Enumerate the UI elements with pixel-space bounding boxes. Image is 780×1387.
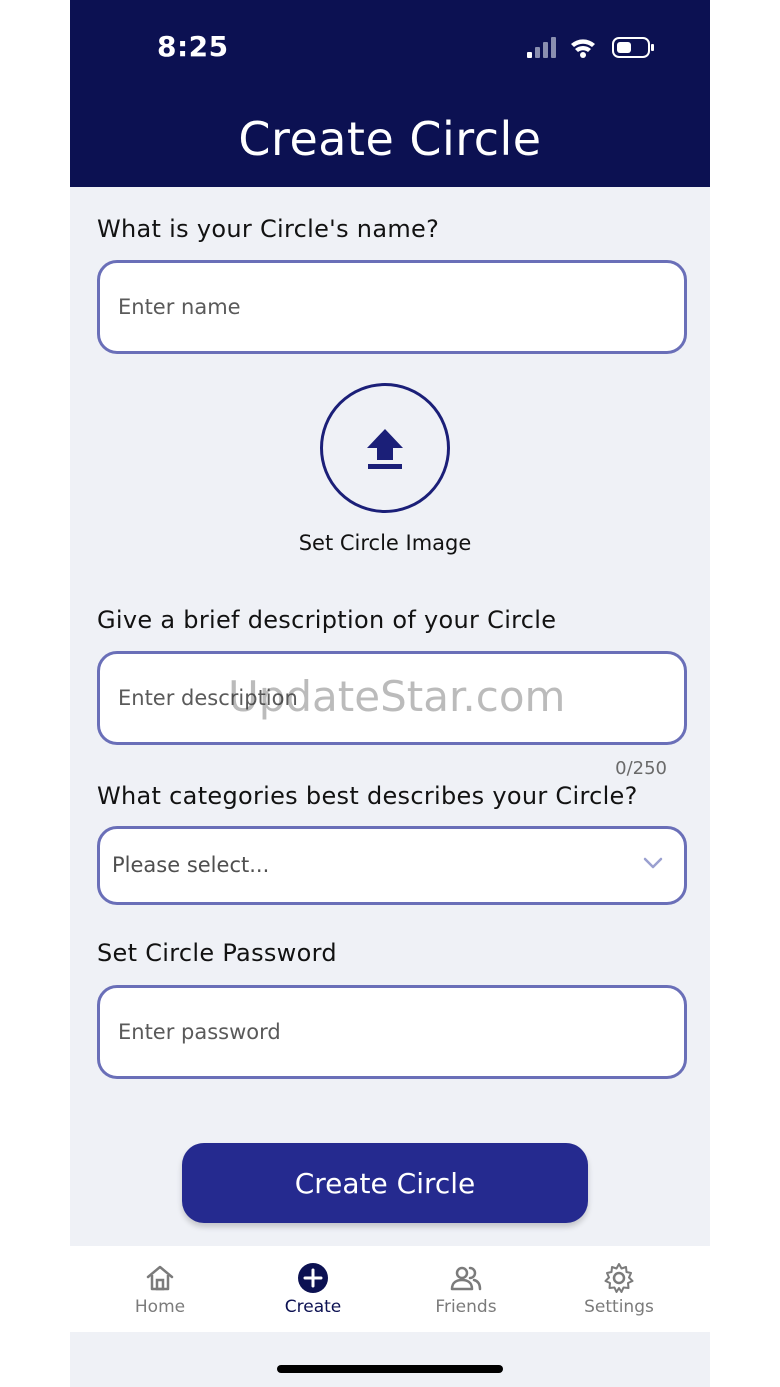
header-bar: 8:25 Create Circle — [70, 0, 710, 187]
page-title: Create Circle — [238, 112, 542, 166]
battery-icon — [612, 37, 654, 58]
tab-create[interactable]: Create — [253, 1246, 373, 1332]
status-time: 8:25 — [157, 30, 229, 63]
name-field-container — [97, 260, 687, 354]
home-icon — [146, 1265, 174, 1291]
description-input[interactable] — [118, 654, 668, 742]
tab-settings-label: Settings — [584, 1297, 654, 1317]
category-select[interactable]: Please select... — [97, 826, 687, 905]
set-image-label: Set Circle Image — [298, 531, 472, 555]
gear-icon — [604, 1263, 634, 1293]
name-label: What is your Circle's name? — [97, 215, 440, 243]
name-input[interactable] — [118, 263, 668, 351]
description-field-container — [97, 651, 687, 745]
description-counter: 0/250 — [615, 758, 667, 779]
tab-friends-label: Friends — [435, 1297, 497, 1317]
tab-create-label: Create — [284, 1297, 342, 1317]
category-label: What categories best describes your Circ… — [97, 782, 638, 810]
chevron-down-icon — [643, 857, 663, 869]
tab-home[interactable]: Home — [100, 1246, 220, 1332]
category-select-value: Please select... — [112, 853, 270, 877]
tab-friends[interactable]: Friends — [406, 1246, 526, 1332]
home-indicator — [277, 1365, 503, 1373]
tab-home-label: Home — [134, 1297, 186, 1317]
password-input[interactable] — [118, 988, 668, 1076]
people-icon — [450, 1266, 482, 1291]
plus-circle-icon — [298, 1263, 328, 1293]
tab-settings[interactable]: Settings — [559, 1246, 679, 1332]
phone-screen: 8:25 Create Circle What is your Circle's… — [70, 0, 710, 1387]
create-circle-button[interactable]: Create Circle — [182, 1143, 588, 1223]
signal-icon — [527, 37, 556, 58]
bottom-tab-bar: Home Create Friends Settings — [70, 1246, 710, 1332]
password-field-container — [97, 985, 687, 1079]
status-icons — [527, 34, 657, 62]
wifi-icon — [571, 39, 595, 58]
set-image-button[interactable] — [320, 383, 450, 513]
upload-icon — [367, 429, 403, 469]
description-label: Give a brief description of your Circle — [97, 606, 557, 634]
password-label: Set Circle Password — [97, 939, 337, 967]
